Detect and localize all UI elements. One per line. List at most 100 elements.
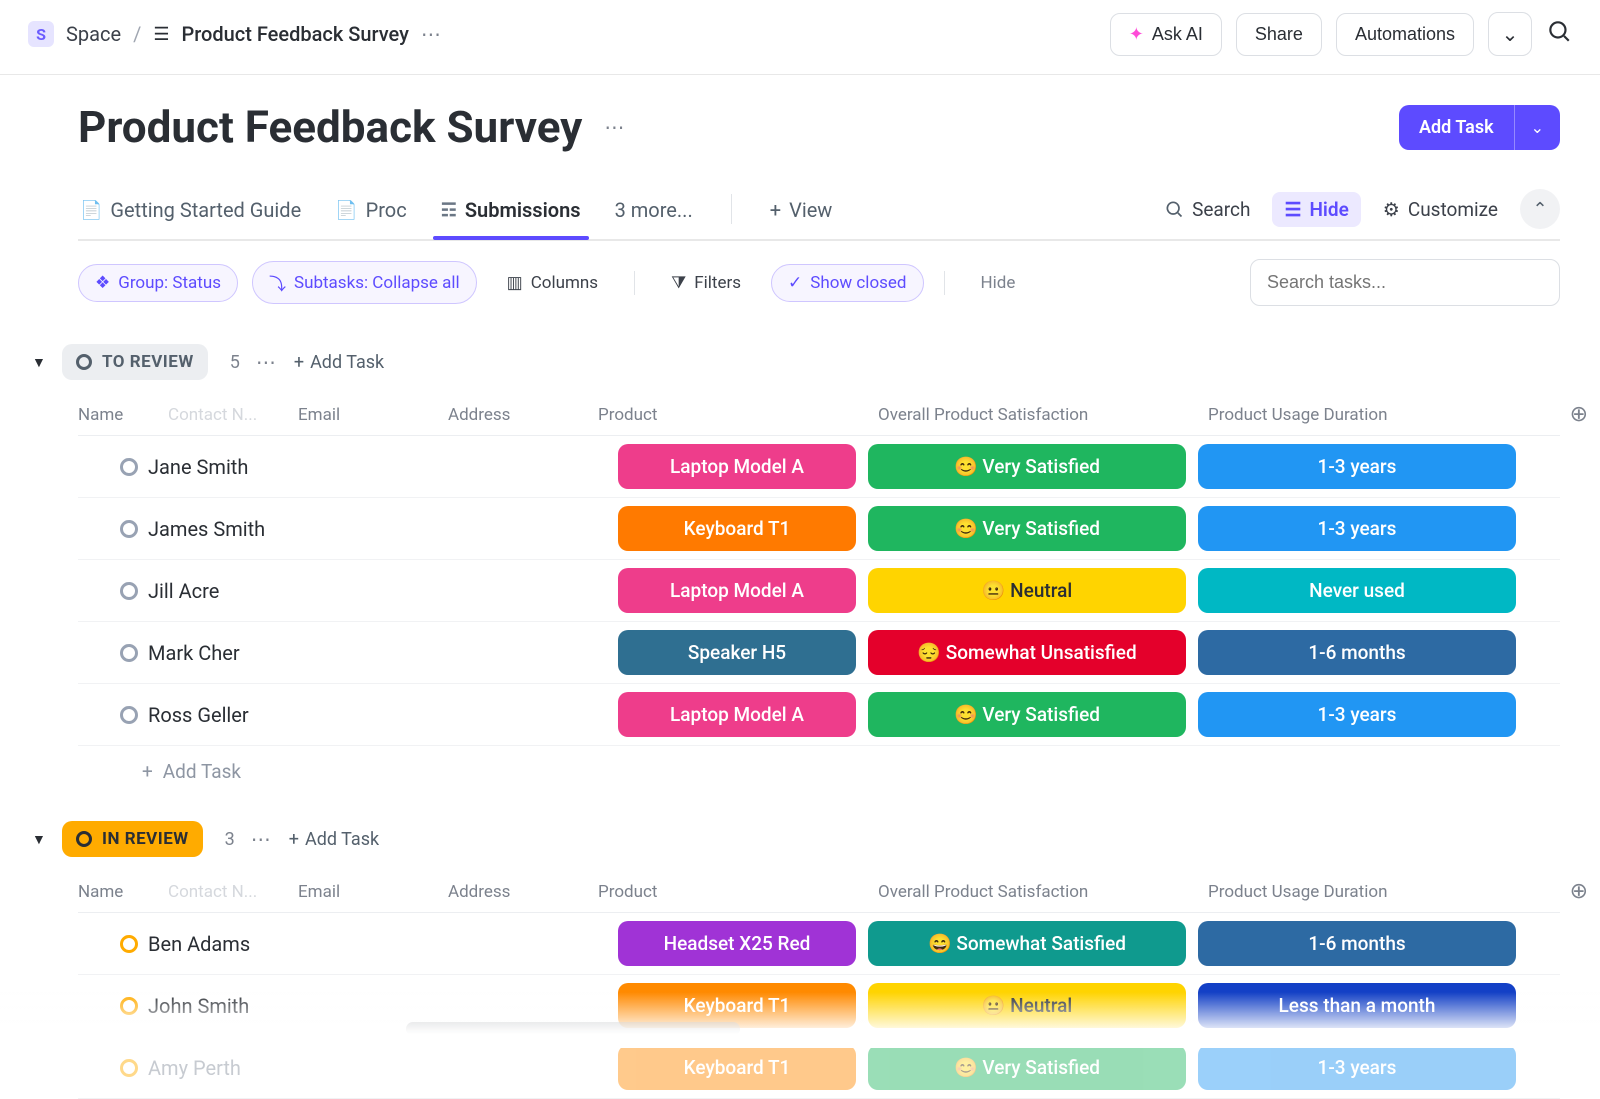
group-by-pill[interactable]: ❖Group: Status xyxy=(78,264,238,302)
tab-more[interactable]: 3 more... xyxy=(613,190,695,238)
product-tag[interactable]: Laptop Model A xyxy=(618,692,856,737)
automations-button[interactable]: Automations xyxy=(1336,13,1474,56)
add-task-button[interactable]: Add Task ⌄ xyxy=(1399,105,1560,150)
hide-filters-button[interactable]: Hide xyxy=(965,265,1032,301)
share-button[interactable]: Share xyxy=(1236,13,1322,56)
status-chip[interactable]: TO REVIEW xyxy=(62,344,208,380)
table-row[interactable]: Jill AcreLaptop Model A 😐 Neutral Never us… xyxy=(78,560,1560,622)
search-tasks-input[interactable] xyxy=(1250,259,1560,306)
satisfaction-tag[interactable]: 😊 Very Satisfied xyxy=(868,444,1186,489)
col-contact[interactable]: Contact N... xyxy=(168,882,298,902)
col-product[interactable]: Product xyxy=(598,882,878,902)
space-label[interactable]: Space xyxy=(66,22,121,46)
columns-icon: ▥ xyxy=(507,273,523,293)
add-column-icon[interactable]: ⊕ xyxy=(1538,402,1598,427)
space-badge[interactable]: S xyxy=(28,21,54,47)
col-contact[interactable]: Contact N... xyxy=(168,405,298,425)
col-email[interactable]: Email xyxy=(298,405,448,425)
duration-tag[interactable]: 1-3 years xyxy=(1198,1045,1516,1090)
ask-ai-button[interactable]: ✦Ask AI xyxy=(1110,13,1222,56)
duration-tag[interactable]: 1-3 years xyxy=(1198,506,1516,551)
collapse-icon[interactable]: ▼ xyxy=(32,831,46,848)
tab-proc[interactable]: 📄Proc xyxy=(333,190,409,238)
col-email[interactable]: Email xyxy=(298,882,448,902)
duration-tag[interactable]: 1-6 months xyxy=(1198,921,1516,966)
add-column-icon[interactable]: ⊕ xyxy=(1538,879,1598,904)
product-tag[interactable]: Speaker H5 xyxy=(618,630,856,675)
add-task-row[interactable]: +Add Task xyxy=(78,746,1560,793)
table-row[interactable]: John SmithKeyboard T1😐 NeutralLess than … xyxy=(78,975,1560,1037)
table-row[interactable]: Ross GellerLaptop Model A 😊 Very Satisfie… xyxy=(78,684,1560,746)
task-name[interactable]: Ross Geller xyxy=(128,703,618,727)
table-row[interactable]: Mark CherSpeaker H5 😔 Somewhat Unsatisfie… xyxy=(78,622,1560,684)
satisfaction-tag[interactable]: 😊 Very Satisfied xyxy=(868,1045,1186,1090)
table-row[interactable]: James SmithKeyboard T1 😊 Very Satisfied 1-… xyxy=(78,498,1560,560)
search-icon[interactable] xyxy=(1546,18,1572,51)
duration-tag[interactable]: 1-6 months xyxy=(1198,630,1516,675)
col-satisfaction[interactable]: Overall Product Satisfaction xyxy=(878,882,1208,902)
list-icon: ☰ xyxy=(153,24,169,45)
satisfaction-tag[interactable]: 😊 Very Satisfied xyxy=(868,692,1186,737)
task-name[interactable]: Jane Smith xyxy=(128,455,618,479)
col-product[interactable]: Product xyxy=(598,405,878,425)
group-menu-icon[interactable]: ⋯ xyxy=(251,827,273,851)
doc-icon: 📄 xyxy=(80,200,102,221)
task-name[interactable]: James Smith xyxy=(128,517,618,541)
col-name[interactable]: Name xyxy=(78,882,168,902)
add-task-inline[interactable]: +Add Task xyxy=(289,829,379,850)
table-row[interactable]: Amy PerthKeyboard T1 😊 Very Satisfied 1-3 … xyxy=(78,1037,1560,1099)
task-name[interactable]: John Smith xyxy=(128,994,618,1018)
group-menu-icon[interactable]: ⋯ xyxy=(256,350,278,374)
duration-tag[interactable]: 1-3 years xyxy=(1198,692,1516,737)
satisfaction-tag[interactable]: 😐 Neutral xyxy=(868,983,1186,1028)
task-name[interactable]: Amy Perth xyxy=(128,1056,618,1080)
check-circle-icon: ✓ xyxy=(788,273,802,293)
more-dropdown-button[interactable]: ⌄ xyxy=(1488,12,1532,56)
product-tag[interactable]: Headset X25 Red xyxy=(618,921,856,966)
search-button[interactable]: Search xyxy=(1164,198,1250,221)
col-name[interactable]: Name xyxy=(78,405,168,425)
col-duration[interactable]: Product Usage Duration xyxy=(1208,882,1538,902)
col-address[interactable]: Address xyxy=(448,405,598,425)
customize-button[interactable]: ⚙Customize xyxy=(1383,198,1498,221)
tab-getting-started[interactable]: 📄Getting Started Guide xyxy=(78,190,303,238)
status-chip[interactable]: IN REVIEW xyxy=(62,821,203,857)
horizontal-scrollbar[interactable] xyxy=(406,1022,740,1036)
hide-button[interactable]: ☰Hide xyxy=(1272,192,1360,227)
chevron-down-icon[interactable]: ⌄ xyxy=(1514,105,1560,150)
filter-icon: ⧩ xyxy=(671,273,686,293)
filters-button[interactable]: ⧩Filters xyxy=(655,265,757,301)
collapse-toolbar-button[interactable]: ⌃ xyxy=(1520,189,1560,229)
add-view-button[interactable]: +View xyxy=(768,190,835,238)
product-tag[interactable]: Laptop Model A xyxy=(618,568,856,613)
duration-tag[interactable]: 1-3 years xyxy=(1198,444,1516,489)
show-closed-pill[interactable]: ✓Show closed xyxy=(771,264,924,302)
duration-tag[interactable]: Less than a month xyxy=(1198,983,1516,1028)
col-address[interactable]: Address xyxy=(448,882,598,902)
satisfaction-tag[interactable]: 😔 Somewhat Unsatisfied xyxy=(868,630,1186,675)
col-satisfaction[interactable]: Overall Product Satisfaction xyxy=(878,405,1208,425)
satisfaction-tag[interactable]: 😊 Very Satisfied xyxy=(868,506,1186,551)
product-tag[interactable]: Keyboard T1 xyxy=(618,1045,856,1090)
satisfaction-tag[interactable]: 😐 Neutral xyxy=(868,568,1186,613)
tab-submissions[interactable]: ☶Submissions xyxy=(439,190,583,238)
group-in_review: ▼IN REVIEW3⋯+Add TaskNameContact N...Ema… xyxy=(78,821,1560,1099)
col-duration[interactable]: Product Usage Duration xyxy=(1208,405,1538,425)
topbar-actions: ✦Ask AI Share Automations ⌄ xyxy=(1110,12,1572,56)
task-name[interactable]: Mark Cher xyxy=(128,641,618,665)
breadcrumb-page[interactable]: Product Feedback Survey xyxy=(181,22,408,46)
product-tag[interactable]: Keyboard T1 xyxy=(618,506,856,551)
product-tag[interactable]: Laptop Model A xyxy=(618,444,856,489)
table-row[interactable]: Jane SmithLaptop Model A 😊 Very Satisfied… xyxy=(78,436,1560,498)
table-row[interactable]: Ben AdamsHeadset X25 Red 😄 Somewhat Satis… xyxy=(78,913,1560,975)
breadcrumb-menu-icon[interactable]: ⋯ xyxy=(421,22,443,46)
columns-button[interactable]: ▥Columns xyxy=(491,265,614,301)
page-menu-icon[interactable]: ⋯ xyxy=(604,115,626,139)
task-name[interactable]: Ben Adams xyxy=(128,932,618,956)
add-task-inline[interactable]: +Add Task xyxy=(294,352,384,373)
satisfaction-tag[interactable]: 😄 Somewhat Satisfied xyxy=(868,921,1186,966)
collapse-icon[interactable]: ▼ xyxy=(32,354,46,371)
duration-tag[interactable]: Never used xyxy=(1198,568,1516,613)
subtasks-pill[interactable]: ⤵Subtasks: Collapse all xyxy=(252,261,477,304)
task-name[interactable]: Jill Acre xyxy=(128,579,618,603)
